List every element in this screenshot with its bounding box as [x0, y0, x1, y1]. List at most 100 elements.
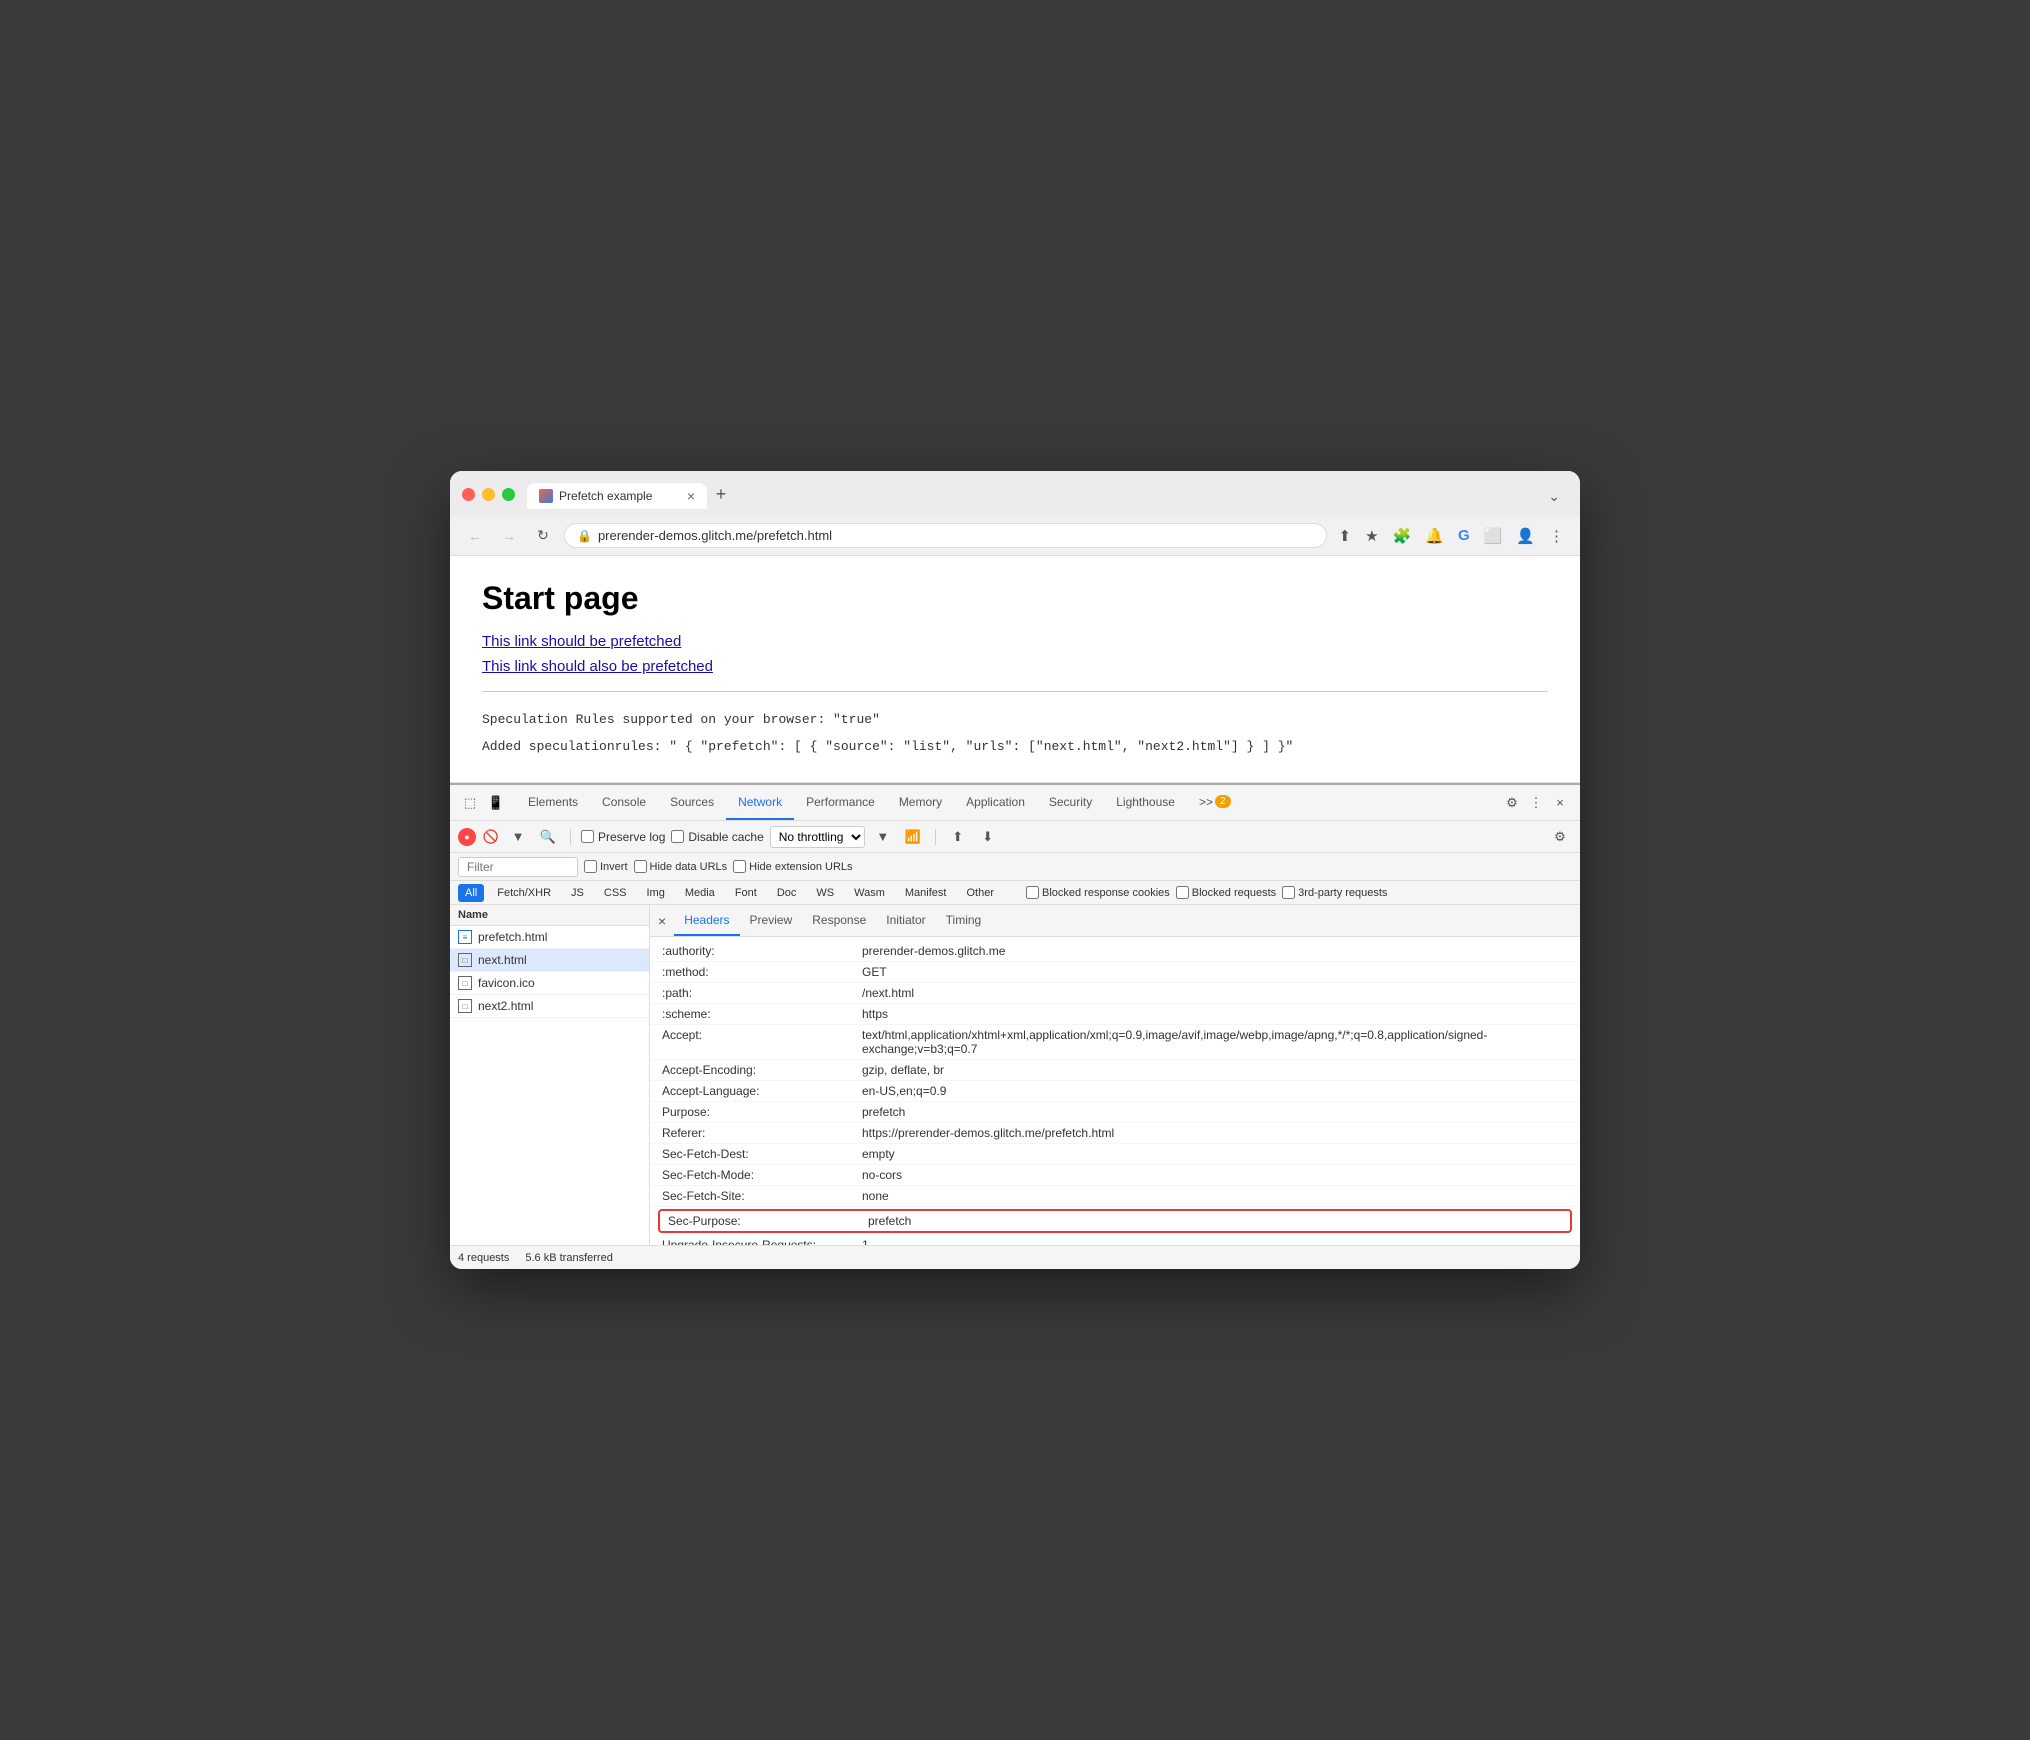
share-icon[interactable]: ⬆ [1335, 525, 1356, 547]
header-row-accept-language: Accept-Language: en-US,en;q=0.9 [650, 1081, 1580, 1102]
blocked-response-cookies-checkbox[interactable]: Blocked response cookies [1026, 886, 1170, 899]
back-button[interactable]: ← [462, 523, 488, 549]
preserve-log-checkbox[interactable]: Preserve log [581, 830, 665, 844]
bookmark-icon[interactable]: ★ [1361, 525, 1382, 547]
request-item-favicon[interactable]: □ favicon.ico [450, 972, 649, 995]
filter-dropdown-button[interactable]: ▼ [506, 825, 530, 849]
type-filter-bar: All Fetch/XHR JS CSS Img Media Font Doc … [450, 881, 1580, 905]
disable-cache-checkbox[interactable]: Disable cache [671, 830, 763, 844]
details-tab-response[interactable]: Response [802, 905, 876, 936]
header-row-accept-encoding: Accept-Encoding: gzip, deflate, br [650, 1060, 1580, 1081]
more-tabs-button[interactable]: >> 2 [1187, 785, 1243, 820]
devtools-settings-button[interactable]: ⚙ [1500, 791, 1524, 815]
filter-fetch-xhr-button[interactable]: Fetch/XHR [490, 884, 558, 902]
tab-security[interactable]: Security [1037, 785, 1104, 820]
hide-extension-urls-checkbox[interactable]: Hide extension URLs [733, 860, 852, 873]
tab-elements[interactable]: Elements [516, 785, 590, 820]
traffic-light-green[interactable] [502, 488, 515, 501]
address-actions: ⬆ ★ 🧩 🔔 G ⬜ 👤 ⋮ [1335, 525, 1568, 547]
request-item-prefetch[interactable]: ≡ prefetch.html [450, 926, 649, 949]
header-row-sec-purpose: Sec-Purpose: prefetch [658, 1209, 1572, 1233]
request-item-next[interactable]: □ next.html [450, 949, 649, 972]
header-row-referer: Referer: https://prerender-demos.glitch.… [650, 1123, 1580, 1144]
title-bar-top: Prefetch example × + ⌄ [462, 481, 1568, 509]
req-icon-page-2: □ [458, 976, 472, 990]
filter-css-button[interactable]: CSS [597, 884, 634, 902]
hide-data-urls-checkbox[interactable]: Hide data URLs [634, 860, 728, 873]
network-settings-button[interactable]: ⚙ [1548, 825, 1572, 849]
record-button[interactable]: ● [458, 828, 476, 846]
third-party-requests-checkbox[interactable]: 3rd-party requests [1282, 886, 1387, 899]
throttle-dropdown-icon[interactable]: ▼ [871, 825, 895, 849]
reload-button[interactable]: ↻ [530, 523, 556, 549]
upload-icon[interactable]: ⬆ [946, 825, 970, 849]
device-toolbar-icon[interactable]: 📱 [484, 791, 508, 815]
google-icon[interactable]: G [1454, 525, 1474, 546]
filter-ws-button[interactable]: WS [809, 884, 841, 902]
invert-checkbox[interactable]: Invert [584, 860, 628, 873]
browser-tab[interactable]: Prefetch example × [527, 483, 707, 509]
tab-performance[interactable]: Performance [794, 785, 887, 820]
separator-2 [935, 829, 936, 845]
tab-lighthouse[interactable]: Lighthouse [1104, 785, 1187, 820]
address-field[interactable]: 🔒 prerender-demos.glitch.me/prefetch.htm… [564, 523, 1327, 548]
filter-wasm-button[interactable]: Wasm [847, 884, 892, 902]
status-requests: 4 requests [458, 1252, 509, 1264]
filter-manifest-button[interactable]: Manifest [898, 884, 954, 902]
filter-input[interactable] [458, 857, 578, 877]
traffic-light-red[interactable] [462, 488, 475, 501]
cast-icon[interactable]: ⬜ [1480, 525, 1507, 547]
throttle-select[interactable]: No throttling [770, 826, 865, 848]
blocked-requests-checkbox[interactable]: Blocked requests [1176, 886, 1276, 899]
spec-line-2: Added speculationrules: " { "prefetch": … [482, 735, 1548, 758]
header-row-path: :path: /next.html [650, 983, 1580, 1004]
page-title: Start page [482, 580, 1548, 617]
new-tab-button[interactable]: + [707, 481, 735, 509]
devtools-close-button[interactable]: × [1548, 791, 1572, 815]
details-tab-timing[interactable]: Timing [936, 905, 992, 936]
tabs-badge: 2 [1215, 795, 1231, 808]
details-tab-headers[interactable]: Headers [674, 905, 739, 936]
header-row-sec-fetch-dest: Sec-Fetch-Dest: empty [650, 1144, 1580, 1165]
extensions-icon[interactable]: 🧩 [1389, 525, 1416, 547]
link-2[interactable]: This link should also be prefetched [482, 658, 1548, 675]
filter-media-button[interactable]: Media [678, 884, 722, 902]
filter-doc-button[interactable]: Doc [770, 884, 804, 902]
tab-sources[interactable]: Sources [658, 785, 726, 820]
filter-all-button[interactable]: All [458, 884, 484, 902]
traffic-lights [462, 488, 515, 501]
link-1[interactable]: This link should be prefetched [482, 633, 1548, 650]
filter-img-button[interactable]: Img [640, 884, 672, 902]
details-tab-preview[interactable]: Preview [740, 905, 803, 936]
details-panel: × Headers Preview Response Initiator Tim… [650, 905, 1580, 1245]
filter-other-button[interactable]: Other [959, 884, 1001, 902]
tab-bar: Prefetch example × + ⌄ [527, 481, 1568, 509]
forward-button[interactable]: → [496, 523, 522, 549]
filter-js-button[interactable]: JS [564, 884, 591, 902]
page-content: Start page This link should be prefetche… [450, 556, 1580, 784]
tab-close-button[interactable]: × [687, 489, 695, 503]
devtools-more-button[interactable]: ⋮ [1524, 791, 1548, 815]
tab-memory[interactable]: Memory [887, 785, 954, 820]
more-icon[interactable]: ⋮ [1545, 525, 1568, 547]
tab-title: Prefetch example [559, 489, 681, 503]
tab-application[interactable]: Application [954, 785, 1037, 820]
account-icon[interactable]: 👤 [1512, 525, 1539, 547]
tab-network[interactable]: Network [726, 785, 794, 820]
details-close-button[interactable]: × [658, 913, 666, 929]
traffic-light-yellow[interactable] [482, 488, 495, 501]
clear-button[interactable]: 🚫 [482, 828, 500, 846]
requests-header: Name [450, 905, 649, 926]
wifi-icon[interactable]: 📶 [901, 825, 925, 849]
download-icon[interactable]: ⬇ [976, 825, 1000, 849]
details-tab-initiator[interactable]: Initiator [876, 905, 935, 936]
profile-icon-1[interactable]: 🔔 [1421, 525, 1448, 547]
browser-menu-button[interactable]: ⌄ [1540, 484, 1568, 509]
filter-font-button[interactable]: Font [728, 884, 764, 902]
header-row-sec-fetch-mode: Sec-Fetch-Mode: no-cors [650, 1165, 1580, 1186]
request-item-next2[interactable]: □ next2.html [450, 995, 649, 1018]
title-bar: Prefetch example × + ⌄ [450, 471, 1580, 517]
tab-console[interactable]: Console [590, 785, 658, 820]
search-button[interactable]: 🔍 [536, 825, 560, 849]
inspect-element-icon[interactable]: ⬚ [458, 791, 482, 815]
